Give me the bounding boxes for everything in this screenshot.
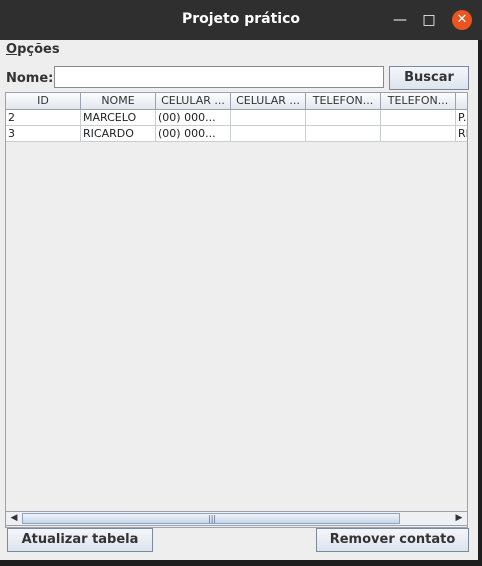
name-search-input[interactable] [54, 66, 384, 88]
column-header-telefone-2[interactable]: TELEFON... [381, 93, 456, 110]
menu-options-label: pções [17, 42, 60, 57]
table-cell[interactable]: (00) 000... [156, 110, 231, 126]
refresh-table-button[interactable]: Atualizar tabela [7, 528, 153, 552]
scrollbar-thumb[interactable]: ||| [22, 513, 400, 524]
name-label: Nome: [6, 71, 54, 86]
menu-options-mnemonic: O [6, 42, 18, 57]
table-cell[interactable]: RI [456, 126, 467, 142]
scroll-right-icon[interactable]: ▶ [452, 512, 466, 525]
menu-bar: Opções [0, 40, 478, 60]
table-cell[interactable] [306, 110, 381, 126]
table-cell[interactable]: (00) 000... [156, 126, 231, 142]
table-cell[interactable] [306, 126, 381, 142]
title-bar: Projeto prático — □ ✕ [0, 0, 482, 40]
column-header-id[interactable]: ID [6, 93, 81, 110]
table-cell[interactable] [231, 126, 306, 142]
table-cell[interactable]: MARCELO [81, 110, 156, 126]
table-cell[interactable]: 2 [6, 110, 81, 126]
minimize-icon[interactable]: — [390, 10, 410, 30]
remove-contact-button[interactable]: Remover contato [316, 528, 469, 552]
table-cell[interactable] [381, 110, 456, 126]
close-icon[interactable]: ✕ [452, 10, 472, 30]
maximize-icon[interactable]: □ [419, 10, 439, 30]
search-button[interactable]: Buscar [389, 66, 469, 90]
table-cell[interactable]: 3 [6, 126, 81, 142]
column-header-celular-2[interactable]: CELULAR ... [231, 93, 306, 110]
main-window: Opções Nome: Buscar ID NOME CELULAR ... … [0, 40, 478, 560]
table-cell[interactable] [231, 110, 306, 126]
column-header-nome[interactable]: NOME [81, 93, 156, 110]
scroll-left-icon[interactable]: ◀ [7, 512, 21, 525]
window-edge [478, 40, 482, 560]
column-header-telefone-1[interactable]: TELEFON... [306, 93, 381, 110]
window-edge [0, 560, 482, 566]
table-cell[interactable]: P. [456, 110, 467, 126]
table-cell[interactable]: RICARDO [81, 126, 156, 142]
contacts-table[interactable]: ID NOME CELULAR ... CELULAR ... TELEFON.… [5, 92, 468, 528]
horizontal-scrollbar[interactable]: ◀ ||| ▶ [5, 511, 468, 526]
grip-icon: ||| [208, 514, 217, 523]
column-header-celular-1[interactable]: CELULAR ... [156, 93, 231, 110]
table-cell[interactable] [381, 126, 456, 142]
menu-options[interactable]: Opções [6, 42, 60, 57]
column-header-email[interactable]: E [456, 93, 467, 110]
